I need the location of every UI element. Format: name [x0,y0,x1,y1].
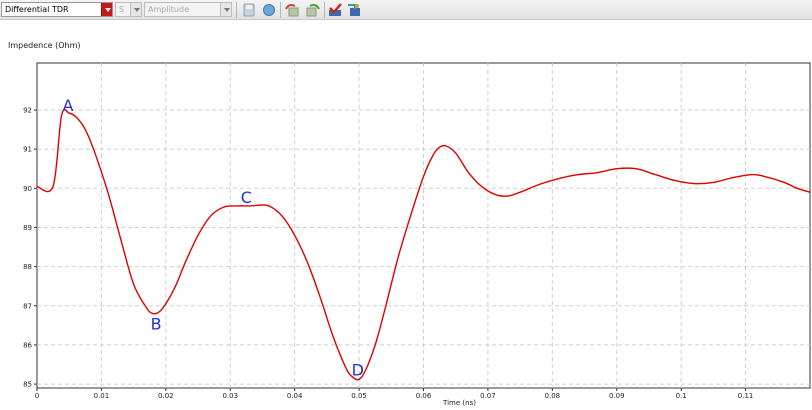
tdr-chart: 0 0.01 0.02 0.03 0.04 0.05 0.06 0.07 0.08 0.09 0.1… [23,62,811,407]
x-tick-label: 0.01 [94,392,110,400]
annotation-label-d: D [352,361,364,380]
y-tick-label: 86 [23,341,32,349]
x-tick-label: 0 [35,392,39,400]
x-tick-label: 0.04 [287,392,303,400]
x-tick-label: 0.09 [609,392,625,400]
y-tick-label: 87 [23,302,32,310]
x-tick-label: 0.06 [416,392,432,400]
x-axis-label: Time (ns) [442,399,476,407]
annotation-label-b: B [151,314,162,333]
annotation-label-a: A [62,96,73,115]
x-tick-label: 0.05 [351,392,367,400]
y-tick-label: 92 [23,106,32,114]
y-tick-label: 89 [23,224,32,232]
x-tick-label: 0.03 [222,392,238,400]
annotation-label-c: C [241,188,252,207]
y-tick-label: 91 [23,146,32,154]
y-tick-label: 90 [23,185,32,193]
x-tick-label: 0.1 [676,392,687,400]
x-tick-label: 0.07 [480,392,496,400]
x-tick-label: 0.11 [738,392,754,400]
x-tick-label: 0.08 [545,392,561,400]
x-axis-ticks: 0 0.01 0.02 0.03 0.04 0.05 0.06 0.07 0.08 0.09 0.1… [35,388,754,400]
y-axis-ticks: 85 86 87 88 89 90 91 92 [23,106,37,389]
y-tick-label: 85 [23,381,32,389]
y-tick-label: 88 [23,263,32,271]
x-tick-label: 0.02 [158,392,174,400]
